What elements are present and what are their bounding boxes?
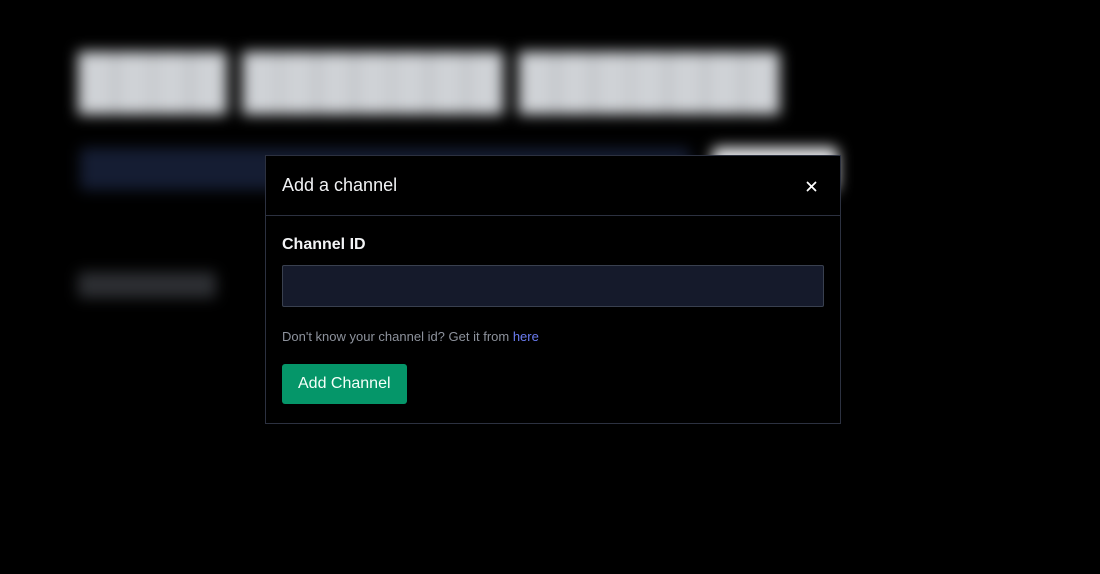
add-channel-modal: Add a channel Channel ID Don't know your…	[265, 155, 841, 424]
page: ████ ███████ ███████ Add a channel Chann…	[0, 0, 1100, 574]
channel-id-label: Channel ID	[282, 236, 366, 253]
modal-body: Channel ID Don't know your channel id? G…	[266, 216, 840, 404]
modal-header: Add a channel	[266, 156, 840, 216]
add-channel-button[interactable]: Add Channel	[282, 364, 407, 404]
channel-id-hint: Don't know your channel id? Get it from …	[282, 329, 824, 344]
hint-text: Don't know your channel id? Get it from	[282, 329, 513, 344]
hint-here-link[interactable]: here	[513, 329, 539, 344]
channel-id-input[interactable]	[282, 265, 824, 307]
background-page-title: ████ ███████ ███████	[78, 53, 781, 111]
background-subtitle	[78, 272, 216, 298]
close-button[interactable]	[800, 175, 822, 197]
modal-title: Add a channel	[282, 175, 398, 195]
close-icon	[806, 181, 816, 191]
